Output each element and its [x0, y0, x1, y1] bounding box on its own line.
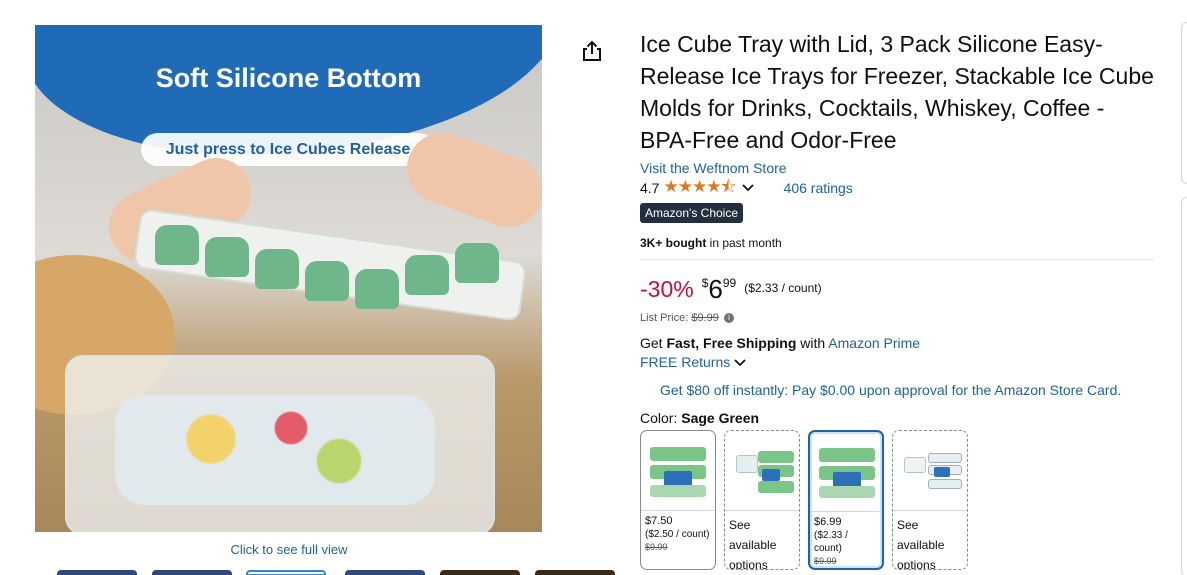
- price-whole: 6: [708, 274, 723, 304]
- swatch-image: [898, 437, 962, 507]
- swatch-unit-price: ($2.50 / count): [645, 529, 710, 540]
- unit-price: ($2.33 / count): [744, 281, 822, 295]
- swatch-tray: [928, 479, 962, 489]
- swatch-list-price: $9.99: [645, 542, 668, 552]
- tray-cube: [305, 261, 349, 301]
- shipping-fast-free: Fast, Free Shipping: [666, 335, 797, 351]
- amazon-prime-link[interactable]: Amazon Prime: [828, 335, 920, 351]
- color-value: Sage Green: [681, 410, 760, 426]
- swatch-see-options: See available options: [729, 518, 777, 570]
- price-fraction: 99: [722, 276, 737, 290]
- swatch-label: [934, 467, 950, 477]
- swatch-image: [646, 437, 710, 507]
- price-row: -30% $ 6 99 ($2.33 / count): [640, 275, 1154, 305]
- amazons-choice-badge[interactable]: Amazon's Choice: [640, 203, 743, 223]
- swatch-image: [730, 437, 794, 507]
- tray-cube: [355, 269, 399, 309]
- tray-cube: [255, 249, 299, 289]
- swatch-tray: [650, 447, 706, 461]
- color-selection: Color: Sage Green: [640, 410, 1154, 426]
- chevron-down-icon: [734, 354, 746, 370]
- bought-suffix: in past month: [706, 236, 782, 250]
- shipping-prefix: Get: [640, 335, 667, 351]
- swatch-label: [762, 469, 780, 481]
- share-icon[interactable]: [582, 40, 602, 62]
- tray-cube: [405, 255, 449, 295]
- swatch-price-block: $7.50 ($2.50 / count) $9.99: [641, 511, 715, 554]
- swatch-image: [815, 438, 877, 508]
- thumbnail[interactable]: [57, 570, 137, 575]
- tray-cube: [155, 225, 199, 265]
- ratings-count-link[interactable]: 406 ratings: [784, 180, 853, 196]
- product-details: Ice Cube Tray with Lid, 3 Pack Silicone …: [640, 28, 1154, 570]
- swatch-option[interactable]: $7.50 ($2.50 / count) $9.99: [640, 430, 716, 570]
- swatch-option-unavailable[interactable]: See available options: [892, 430, 968, 570]
- thumbnail[interactable]: [535, 570, 615, 575]
- swatch-tray: [819, 448, 875, 462]
- swatch-price: $7.50: [645, 515, 673, 527]
- store-card-offer-link[interactable]: Get $80 off instantly: Pay $0.00 upon ap…: [660, 382, 1154, 398]
- info-icon[interactable]: i: [723, 313, 734, 324]
- shipping-info: Get Fast, Free Shipping with Amazon Prim…: [640, 335, 1154, 351]
- thumbnail[interactable]: [440, 570, 520, 575]
- swatch-tray: [819, 486, 875, 498]
- rating-row: 4.7 ★★★★⯪ 406 ratings: [640, 177, 1154, 199]
- list-price: List Price: $9.99 i: [640, 312, 1154, 324]
- swatch-see-options: See available options: [897, 518, 945, 570]
- swatch-price: $6.99: [814, 516, 842, 528]
- swatch-tray: [650, 485, 706, 497]
- thumbnail-selected[interactable]: [246, 570, 326, 575]
- chevron-down-icon[interactable]: [741, 181, 754, 195]
- price-currency: $: [701, 276, 709, 290]
- buy-box-edge: [1181, 197, 1187, 575]
- right-hand: [397, 123, 542, 237]
- swatch-option-unavailable[interactable]: See available options: [724, 430, 800, 570]
- bought-count: 3K+ bought: [640, 236, 707, 250]
- list-price-value: $9.99: [691, 312, 719, 324]
- tray-cube: [455, 243, 499, 283]
- thumbnail[interactable]: [345, 570, 425, 575]
- color-swatches: $7.50 ($2.50 / count) $9.99 See availabl…: [640, 430, 1154, 570]
- star-rating-icon[interactable]: ★★★★⯪: [663, 174, 736, 203]
- swatch-tray: [928, 453, 962, 463]
- discount-percent: -30%: [640, 276, 694, 302]
- swatch-tray: [758, 481, 794, 493]
- list-price-label: List Price:: [640, 312, 692, 324]
- ice-cubes-pile: [115, 395, 435, 505]
- free-returns-label: FREE Returns: [640, 354, 731, 370]
- swatch-price-block: $6.99 ($2.33 / count) $9.99: [810, 512, 882, 568]
- rating-value: 4.7: [640, 180, 660, 196]
- bought-in-past-month: 3K+ bought in past month: [640, 236, 1154, 250]
- color-label: Color:: [640, 410, 682, 426]
- swatch-tray: [736, 455, 758, 473]
- swatch-option-selected[interactable]: $6.99 ($2.33 / count) $9.99: [808, 430, 884, 570]
- thumbnail[interactable]: [152, 570, 232, 575]
- swatch-tray: [904, 457, 926, 473]
- product-title: Ice Cube Tray with Lid, 3 Pack Silicone …: [640, 31, 1154, 153]
- swatch-list-price: $9.99: [814, 556, 837, 566]
- buy-box-edge: [1181, 22, 1187, 184]
- tray-cube: [205, 237, 249, 277]
- product-main-image[interactable]: Soft Silicone Bottom Just press to Ice C…: [35, 25, 542, 532]
- shipping-with: with: [796, 335, 829, 351]
- free-returns-link[interactable]: FREE Returns: [640, 354, 1154, 370]
- swatch-tray: [758, 451, 794, 463]
- image-subheadline: Just press to Ice Cubes Release: [141, 133, 435, 166]
- image-headline: Soft Silicone Bottom: [155, 63, 422, 93]
- divider: [640, 259, 1154, 260]
- full-view-link[interactable]: Click to see full view: [189, 542, 389, 557]
- swatch-unit-price: ($2.33 / count): [814, 530, 848, 554]
